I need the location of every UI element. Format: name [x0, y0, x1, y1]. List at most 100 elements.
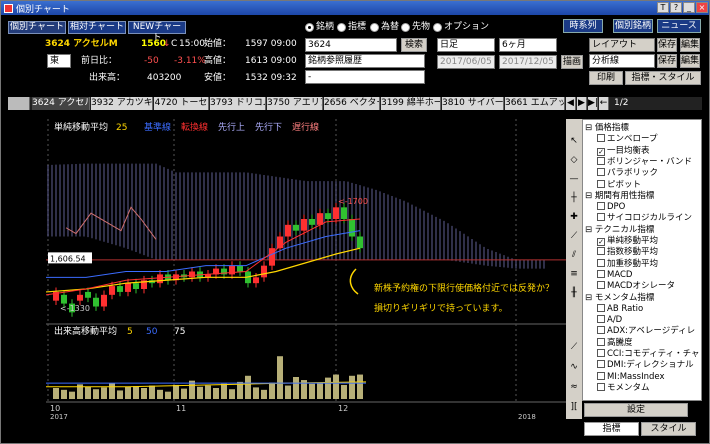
fib-icon[interactable]: ≡: [568, 268, 580, 280]
timeseries-button[interactable]: 時系列: [563, 19, 603, 33]
indicator-checkbox[interactable]: [597, 326, 605, 335]
collapse-icon[interactable]: ⊟: [585, 123, 595, 133]
indicator-item[interactable]: DMI:ディレクショナル: [597, 360, 694, 371]
indicator-item[interactable]: MI:MassIndex: [597, 371, 665, 383]
indicator-checkbox[interactable]: [597, 337, 605, 346]
indicator-checkbox[interactable]: [597, 156, 605, 165]
collapse-icon[interactable]: ⊟: [585, 191, 595, 201]
history-select-2[interactable]: -: [305, 70, 425, 84]
indicator-checkbox[interactable]: [597, 303, 605, 312]
history-select[interactable]: 銘柄参照履歴: [305, 54, 425, 68]
cross-icon[interactable]: ✚: [568, 211, 580, 223]
range-select[interactable]: 6ヶ月: [499, 38, 557, 52]
indicator-checkbox[interactable]: [597, 371, 605, 380]
save-button-2[interactable]: 保存: [657, 54, 677, 68]
indicator-checkbox[interactable]: [597, 213, 605, 222]
settings-button[interactable]: 設定: [584, 403, 688, 417]
print-button[interactable]: 印刷: [589, 71, 623, 85]
collapse-icon[interactable]: ⊟: [585, 225, 595, 235]
indicator-item[interactable]: DPO: [597, 202, 625, 213]
indicator-item[interactable]: MACD: [597, 269, 632, 281]
indicator-style-button[interactable]: 指標・スタイル>>: [625, 71, 701, 95]
stock-tab[interactable]: 3932 アカツキ: [91, 97, 153, 110]
tab-scroll-left[interactable]: [8, 97, 30, 110]
tab-prev-icon[interactable]: ◀: [566, 97, 576, 110]
indicator-item[interactable]: AB Ratio: [597, 303, 643, 315]
ruler-icon[interactable]: ╫: [568, 287, 580, 299]
tab-back-icon[interactable]: ←: [599, 97, 609, 110]
asset-radio-2[interactable]: [370, 23, 379, 32]
indicator-checkbox[interactable]: [597, 315, 605, 324]
indicator-item[interactable]: ピボット: [597, 179, 641, 191]
indicator-checkbox[interactable]: [597, 349, 605, 357]
channel-icon[interactable]: ⫽: [568, 249, 580, 261]
asset-radio-0[interactable]: [305, 23, 314, 32]
indicator-item[interactable]: 指数移動平均: [597, 247, 658, 258]
indicator-item[interactable]: 高騰度: [597, 337, 633, 349]
stock-tab[interactable]: 3793 ドリコム: [210, 97, 266, 110]
indicator-item[interactable]: モメンタム: [597, 382, 650, 394]
edit-button-2[interactable]: 編集: [680, 54, 700, 68]
indicator-checkbox[interactable]: ✓: [597, 147, 605, 156]
stock-tab[interactable]: 3750 アエリア: [267, 97, 323, 110]
indicator-checkbox[interactable]: [597, 360, 605, 369]
search-button[interactable]: 検索: [401, 38, 427, 52]
tab-style[interactable]: スタイル: [641, 422, 696, 436]
stock-info-button[interactable]: 個別銘柄: [613, 19, 653, 33]
individual-chart-button[interactable]: 個別チャート: [8, 21, 66, 34]
analysis-select[interactable]: 分析線: [589, 54, 655, 68]
indicator-item[interactable]: A/D: [597, 315, 622, 326]
indicator-item[interactable]: パラボリック: [597, 168, 658, 179]
market-select[interactable]: 東: [47, 54, 71, 68]
wave-icon[interactable]: ≈: [568, 381, 580, 393]
trend-icon[interactable]: ⟋: [568, 230, 580, 242]
indicator-checkbox[interactable]: [597, 382, 605, 391]
help-button[interactable]: ?: [670, 2, 682, 13]
stock-tab[interactable]: 3624 アクセルM: [32, 97, 90, 110]
close-button[interactable]: ×: [696, 2, 708, 13]
indicator-item[interactable]: ✓ 一目均衡表: [597, 146, 650, 157]
stock-tab[interactable]: 3810 サイバーS: [442, 97, 504, 110]
indicator-checkbox[interactable]: [597, 134, 605, 143]
indicator-checkbox[interactable]: [597, 258, 605, 267]
pointer-icon[interactable]: ↖: [568, 135, 580, 147]
chart-area[interactable]: 単純移動平均25基準線転換線先行上先行下遅行線1,606.54180017001…: [17, 119, 566, 421]
indicator-item[interactable]: ✓ 単純移動平均: [597, 236, 658, 247]
stock-tab[interactable]: 2656 ベクター: [324, 97, 380, 110]
trend-icon-2[interactable]: ⟋: [568, 341, 580, 353]
edit-button[interactable]: 編集: [680, 38, 700, 52]
indicator-checkbox[interactable]: [597, 168, 605, 177]
indicator-checkbox[interactable]: [597, 269, 605, 278]
tab-indicator[interactable]: 指標: [584, 422, 639, 436]
eraser-icon[interactable]: ◇: [568, 154, 580, 166]
indicator-item[interactable]: ADX:アベレージディレ: [597, 326, 695, 337]
bracket-icon[interactable]: ][: [568, 401, 580, 413]
stock-tab[interactable]: 4720 トーセ: [154, 97, 209, 110]
date-to-input[interactable]: 2017/12/05: [499, 55, 557, 69]
relative-chart-button[interactable]: 相対チャート: [68, 21, 126, 34]
indicator-item[interactable]: エンベロープ: [597, 134, 658, 145]
code-input[interactable]: 3624: [305, 38, 397, 52]
indicator-item[interactable]: CCI:コモディティ・チャ: [597, 349, 700, 360]
indicator-item[interactable]: ボリンジャー・バンド: [597, 156, 692, 168]
stock-tab[interactable]: 3199 綿半ホー…: [381, 97, 441, 110]
date-from-input[interactable]: 2017/06/05: [437, 55, 495, 69]
indicator-checkbox[interactable]: [597, 247, 605, 256]
indicator-item[interactable]: サイコロジカルライン: [597, 213, 692, 224]
period-select[interactable]: 日足: [437, 38, 495, 52]
indicator-checkbox[interactable]: [597, 202, 605, 211]
new-chart-button[interactable]: NEWチャート: [128, 21, 186, 43]
collapse-icon[interactable]: ⊟: [585, 293, 595, 303]
indicator-checkbox[interactable]: [597, 281, 605, 290]
minimize-button[interactable]: _: [683, 2, 695, 13]
indicator-item[interactable]: 加重移動平均: [597, 258, 658, 270]
asset-radio-3[interactable]: [401, 23, 410, 32]
tab-last-icon[interactable]: ▶|: [588, 97, 598, 110]
layout-select[interactable]: レイアウト: [589, 38, 655, 52]
hline-icon[interactable]: —: [568, 173, 580, 185]
draw-button[interactable]: 描画: [561, 55, 583, 69]
indicator-item[interactable]: MACDオシレータ: [597, 281, 675, 292]
asset-radio-4[interactable]: [433, 23, 442, 32]
indicator-checkbox[interactable]: ✓: [597, 238, 605, 246]
tab-next-icon[interactable]: ▶: [577, 97, 587, 110]
